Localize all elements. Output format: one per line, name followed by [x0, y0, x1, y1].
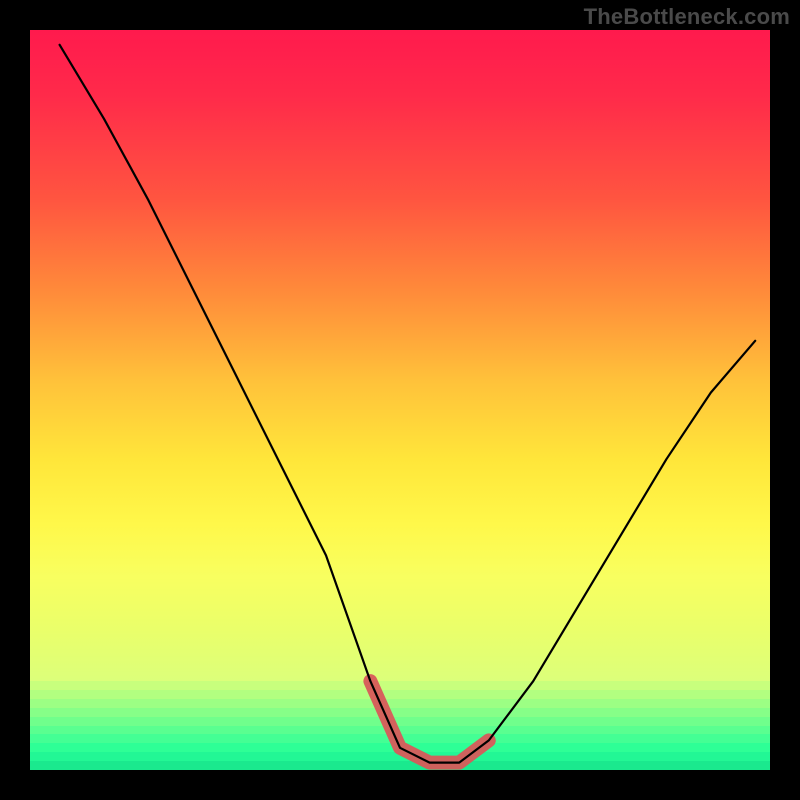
- curve-svg: [30, 30, 770, 770]
- plot-area: [30, 30, 770, 770]
- watermark-text: TheBottleneck.com: [584, 4, 790, 30]
- chart-frame: TheBottleneck.com: [0, 0, 800, 800]
- bottleneck-curve-line: [60, 45, 756, 763]
